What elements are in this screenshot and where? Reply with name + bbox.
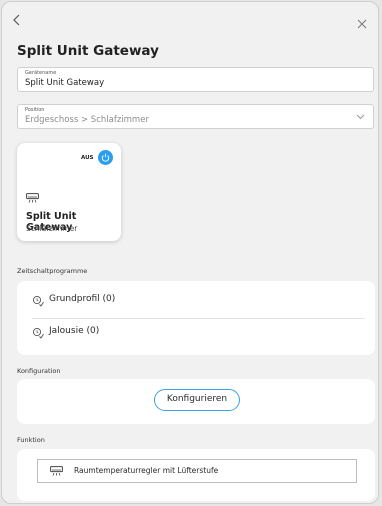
power-icon [101,153,110,162]
schedule-icon [32,327,44,339]
function-heading: Funktion [17,436,45,444]
close-button[interactable] [356,15,368,29]
schedule-item-grundprofil[interactable]: Grundprofil (0) [32,292,362,312]
device-status-label: AUS [81,155,94,161]
schedule-item-label: Jalousie (0) [49,326,100,336]
dialog-header [2,2,378,32]
power-button[interactable] [98,150,113,165]
configuration-panel: Konfigurieren [17,379,375,424]
schedule-icon [32,295,44,307]
divider [32,318,365,319]
schedule-item-label: Grundprofil (0) [49,294,116,304]
position-label: Position [25,107,45,113]
device-card-room: Schlafzimmer [26,224,78,233]
device-name-field[interactable]: Gerätename Split Unit Gateway [17,67,374,92]
function-value: Raumtemperaturregler mit Lüfterstufe [74,466,219,475]
device-name-label: Gerätename [25,70,57,76]
function-select[interactable]: Raumtemperaturregler mit Lüfterstufe [37,459,357,483]
schedule-item-jalousie[interactable]: Jalousie (0) [32,324,362,344]
dialog-title: Split Unit Gateway [17,43,159,59]
position-select[interactable]: Position Erdgeschoss > Schlafzimmer [17,104,374,129]
position-value: Erdgeschoss > Schlafzimmer [25,115,149,125]
air-conditioner-icon [26,193,39,203]
chevron-down-icon [356,114,365,120]
close-icon [357,19,367,29]
schedules-heading: Zeitschaltprogramme [17,267,88,275]
configure-button[interactable]: Konfigurieren [154,389,240,411]
configuration-heading: Konfiguration [17,367,61,375]
function-panel: Raumtemperaturregler mit Lüfterstufe [17,449,375,501]
dialog: Split Unit Gateway Gerätename Split Unit… [1,1,379,504]
device-card[interactable]: AUS Split Unit Gateway Schlafzimmer [17,143,121,241]
schedules-panel: Grundprofil (0) Jalousie (0) [17,281,375,355]
chevron-left-icon [13,14,20,26]
device-name-value: Split Unit Gateway [25,78,105,88]
back-button[interactable] [10,12,24,28]
air-conditioner-icon [50,466,63,476]
